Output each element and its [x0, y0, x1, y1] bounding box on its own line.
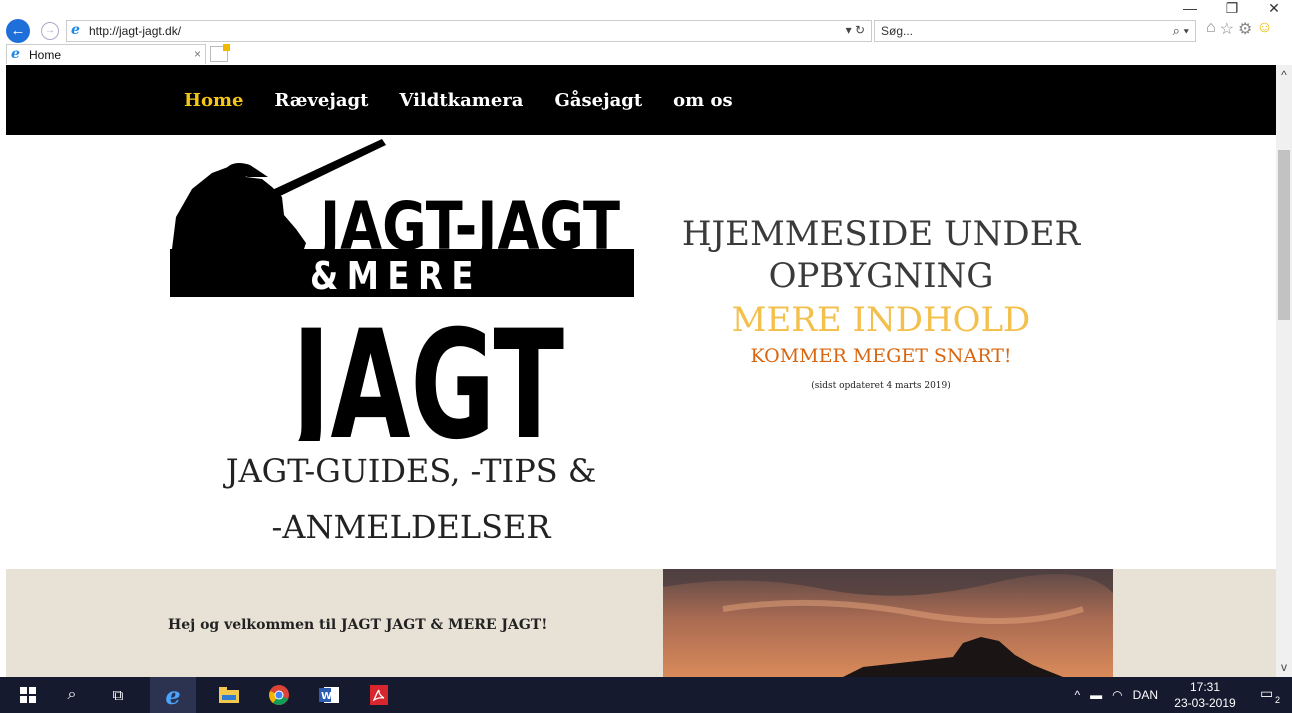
coming-soon-text: KOMMER MEGET SNART!	[750, 345, 1012, 367]
restore-button[interactable]: ❐	[1220, 0, 1244, 18]
gear-icon[interactable]: ⚙	[1238, 19, 1252, 39]
search-input[interactable]: Søg... ⌕ ▾	[874, 20, 1196, 42]
taskbar-word[interactable]: W	[306, 677, 352, 713]
task-view-icon: ⧉	[112, 686, 124, 704]
more-content-heading: MERE INDHOLD	[731, 300, 1031, 340]
last-updated-text: (sidst opdateret 4 marts 2019)	[811, 381, 951, 391]
screen: — ❐ ✕ ← → e http://jagt-jagt.dk/ ▾ ↻ Søg…	[0, 0, 1292, 713]
notification-count: 2	[1274, 695, 1280, 705]
home-icon[interactable]: ⌂	[1206, 19, 1216, 39]
taskbar-clock[interactable]: 17:31 23-03-2019	[1170, 679, 1240, 711]
word-icon: W	[319, 687, 339, 703]
language-indicator[interactable]: DAN	[1133, 688, 1158, 702]
refresh-icon[interactable]: ↻	[855, 23, 865, 37]
toolbar-icons: ⌂ ☆ ⚙ ☺	[1206, 19, 1273, 39]
new-tab-button[interactable]	[210, 44, 230, 62]
url-text: http://jagt-jagt.dk/	[89, 24, 182, 38]
address-bar-controls: ▾ ↻	[846, 23, 865, 37]
page-viewport: Home Rævejagt Vildtkamera Gåsejagt om os…	[6, 65, 1276, 677]
search-icon[interactable]: ⌕ ▾	[1173, 21, 1189, 41]
scroll-down-icon[interactable]: v	[1276, 659, 1292, 675]
search-placeholder: Søg...	[881, 24, 914, 38]
window-controls: — ❐ ✕	[1178, 0, 1286, 18]
welcome-text: Hej og velkommen til JAGT JAGT & MERE JA…	[168, 617, 548, 633]
favorites-star-icon[interactable]: ☆	[1220, 19, 1234, 39]
nav-om-os[interactable]: om os	[673, 90, 732, 111]
logo-line-2: &MERE	[310, 254, 482, 298]
battery-icon[interactable]: ▬	[1090, 688, 1102, 702]
notification-icon: ▭	[1260, 685, 1274, 701]
taskbar-file-explorer[interactable]	[206, 677, 252, 713]
forward-button[interactable]: →	[41, 22, 59, 40]
arrow-left-icon: ←	[10, 22, 26, 39]
scroll-up-icon[interactable]: ^	[1276, 67, 1292, 83]
svg-text:W: W	[321, 691, 332, 702]
taskbar-search-button[interactable]: ⌕	[52, 677, 92, 713]
back-button[interactable]: ←	[6, 19, 30, 43]
wifi-icon[interactable]: ◠	[1112, 688, 1122, 702]
clock-time: 17:31	[1189, 680, 1221, 694]
feedback-smiley-icon[interactable]: ☺	[1256, 19, 1272, 39]
construction-heading: HJEMMESIDE UNDER	[681, 214, 1081, 254]
site-nav: Home Rævejagt Vildtkamera Gåsejagt om os	[6, 65, 1276, 135]
arrow-right-icon: →	[45, 25, 55, 36]
ie-tab-icon: e	[11, 45, 20, 62]
internet-explorer-icon: e	[165, 680, 181, 710]
task-view-button[interactable]: ⧉	[98, 677, 138, 713]
nav-home[interactable]: Home	[184, 90, 244, 111]
taskbar-acrobat[interactable]	[356, 677, 402, 713]
start-button[interactable]	[8, 677, 48, 713]
dropdown-icon[interactable]: ▾	[846, 23, 852, 37]
windows-logo-icon	[20, 687, 36, 703]
page-scrollbar[interactable]: ^ v	[1276, 65, 1292, 677]
tagline-line-1: JAGT-GUIDES, -TIPS &	[225, 452, 597, 490]
action-center-button[interactable]: ▭ 2	[1260, 685, 1280, 705]
tagline-line-2: -ANMELDELSER	[271, 508, 551, 546]
windows-taskbar: ⌕ ⧉ e W ^ ▬ ◠ DAN 17:31 23-03-2019 ▭ 2	[0, 677, 1292, 713]
ie-page-icon: e	[71, 22, 80, 38]
minimize-button[interactable]: —	[1178, 0, 1202, 18]
scrollbar-thumb[interactable]	[1278, 150, 1290, 320]
clock-date: 23-03-2019	[1174, 696, 1236, 710]
nav-raevejagt[interactable]: Rævejagt	[275, 90, 369, 111]
nav-gaasejagt[interactable]: Gåsejagt	[554, 90, 642, 111]
chevron-up-icon[interactable]: ^	[1075, 688, 1081, 702]
site-logo: JAGT-JAGT &MERE JAGT	[170, 139, 634, 441]
close-tab-icon[interactable]: ×	[194, 47, 201, 61]
address-bar[interactable]: e http://jagt-jagt.dk/ ▾ ↻	[66, 20, 872, 42]
chrome-icon	[269, 685, 289, 705]
construction-notice: HJEMMESIDE UNDER OPBYGNING MERE INDHOLD …	[656, 213, 1106, 391]
acrobat-icon	[370, 685, 388, 705]
tab-home[interactable]: e Home ×	[6, 44, 206, 64]
construction-heading-2: OPBYGNING	[768, 256, 994, 296]
tagline: JAGT-GUIDES, -TIPS & -ANMELDELSER	[156, 443, 666, 555]
logo-line-3: JAGT	[286, 299, 564, 441]
tab-title: Home	[29, 47, 62, 62]
nav-vildtkamera[interactable]: Vildtkamera	[399, 90, 523, 111]
hunter-sunset-photo	[663, 569, 1113, 677]
system-tray: ^ ▬ ◠ DAN	[1075, 677, 1158, 713]
browser-chrome: — ❐ ✕ ← → e http://jagt-jagt.dk/ ▾ ↻ Søg…	[0, 0, 1292, 65]
search-icon: ⌕	[67, 686, 77, 703]
folder-icon	[219, 687, 239, 703]
close-window-button[interactable]: ✕	[1262, 0, 1286, 18]
taskbar-chrome[interactable]	[256, 677, 302, 713]
taskbar-ie[interactable]: e	[150, 677, 196, 713]
